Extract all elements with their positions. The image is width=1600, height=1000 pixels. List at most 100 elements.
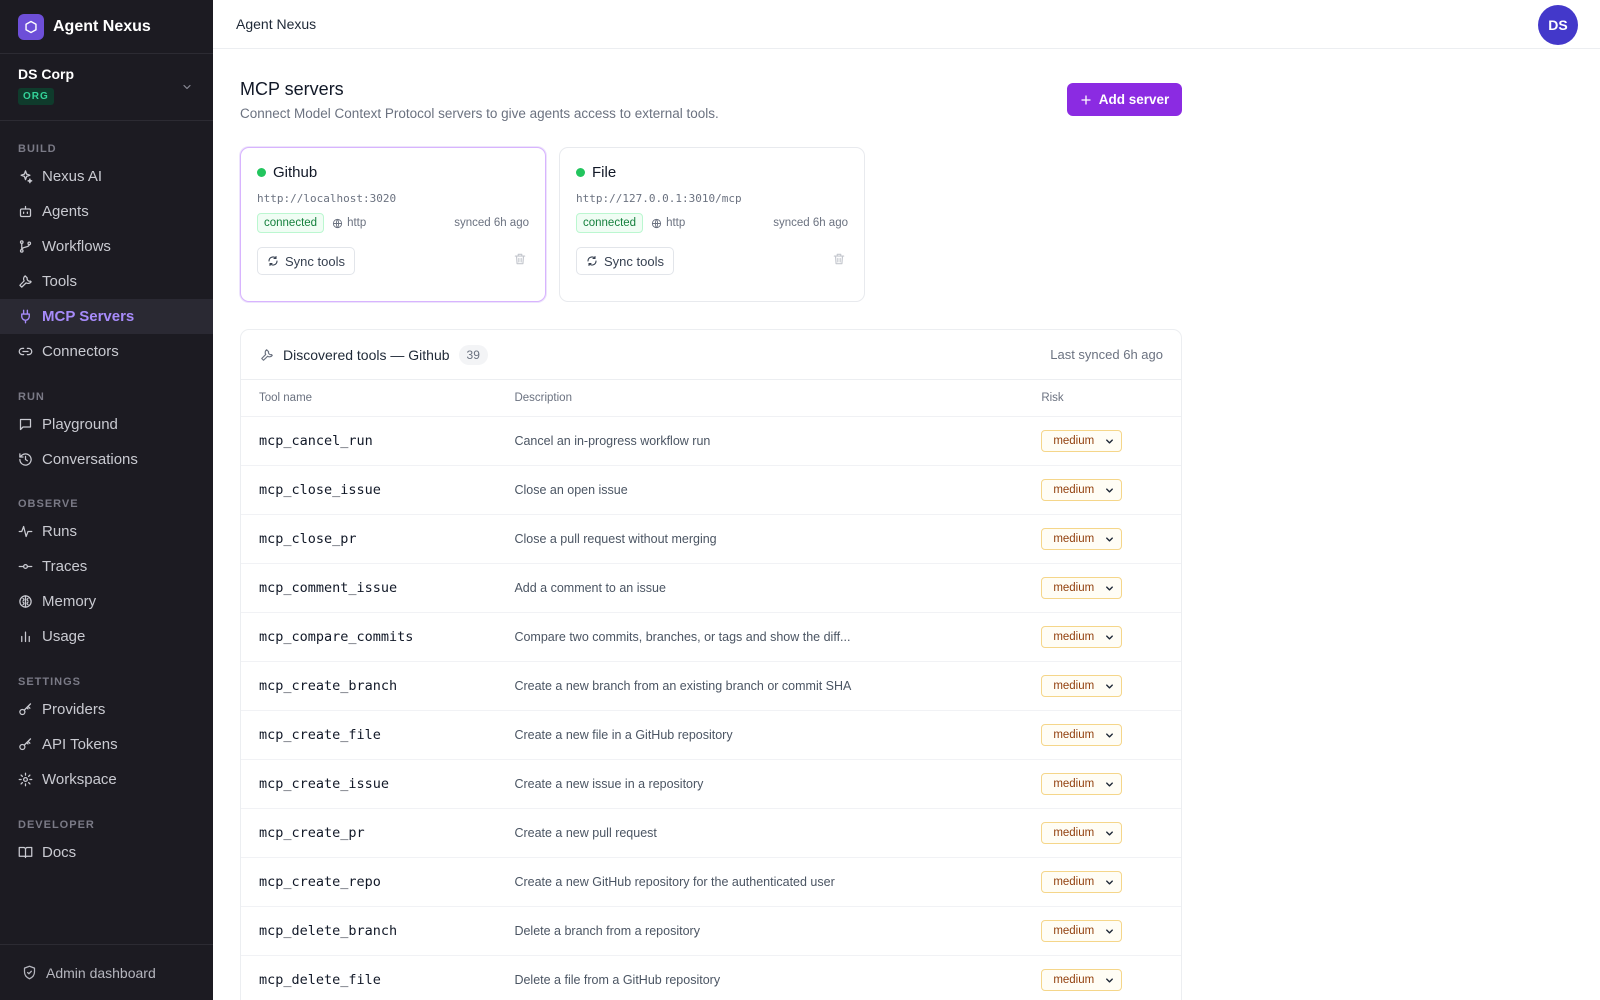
table-row[interactable]: mcp_create_file Create a new file in a Gi… bbox=[241, 711, 1181, 760]
tool-description: Close an open issue bbox=[514, 483, 628, 497]
sidebar-item-conversations[interactable]: Conversations bbox=[0, 442, 213, 477]
tools-panel-header: Discovered tools — Github 39 Last synced… bbox=[241, 330, 1181, 380]
sidebar-item-connectors[interactable]: Connectors bbox=[0, 334, 213, 369]
table-row[interactable]: mcp_delete_branch Delete a branch from a … bbox=[241, 907, 1181, 956]
risk-select[interactable]: medium bbox=[1041, 577, 1123, 599]
sidebar-item-nexus-ai[interactable]: Nexus AI bbox=[0, 159, 213, 194]
sidebar: Agent Nexus DS Corp ORG BUILD Nexus AI A… bbox=[0, 0, 213, 1000]
plug-icon bbox=[21, 309, 30, 324]
sync-tools-button[interactable]: Sync tools bbox=[257, 247, 355, 275]
brain-icon bbox=[19, 595, 32, 608]
admin-dashboard-link[interactable]: Admin dashboard bbox=[0, 944, 213, 1000]
tool-description: Compare two commits, branches, or tags a… bbox=[514, 630, 851, 644]
sidebar-item-providers[interactable]: Providers bbox=[0, 692, 213, 727]
sidebar-item-agents[interactable]: Agents bbox=[0, 194, 213, 229]
sidebar-item-workflows[interactable]: Workflows bbox=[0, 229, 213, 264]
table-row[interactable]: mcp_create_pr Create a new pull request me… bbox=[241, 809, 1181, 858]
commit-icon bbox=[18, 564, 33, 569]
server-url: http://127.0.0.1:3010/mcp bbox=[576, 192, 742, 205]
risk-select[interactable]: medium bbox=[1041, 773, 1123, 795]
trash-icon[interactable] bbox=[513, 252, 527, 271]
risk-select[interactable]: medium bbox=[1041, 675, 1123, 697]
protocol-text: http bbox=[666, 217, 686, 229]
sync-tools-label: Sync tools bbox=[285, 253, 345, 269]
risk-select[interactable]: medium bbox=[1041, 528, 1123, 550]
activity-icon bbox=[18, 525, 33, 538]
column-header-risk: Risk bbox=[1041, 392, 1064, 404]
risk-select[interactable]: medium bbox=[1041, 920, 1123, 942]
chat-icon bbox=[19, 418, 32, 431]
sidebar-item-tools[interactable]: Tools bbox=[0, 264, 213, 299]
sidebar-item-runs[interactable]: Runs bbox=[0, 514, 213, 549]
chevron-down-icon bbox=[1106, 586, 1114, 591]
trash-icon[interactable] bbox=[832, 252, 846, 271]
risk-select[interactable]: medium bbox=[1041, 626, 1123, 648]
sidebar-item-traces[interactable]: Traces bbox=[0, 549, 213, 584]
last-synced: Last synced 6h ago bbox=[1050, 347, 1163, 362]
page-subtitle: Connect Model Context Protocol servers t… bbox=[240, 106, 719, 121]
chevron-down-icon bbox=[1106, 929, 1114, 934]
page-title: MCP servers bbox=[240, 79, 344, 99]
brand[interactable]: Agent Nexus bbox=[0, 0, 213, 54]
table-row[interactable]: mcp_delete_file Delete a file from a GitH… bbox=[241, 956, 1181, 1000]
sidebar-item-label: Connectors bbox=[42, 343, 119, 360]
risk-select[interactable]: medium bbox=[1041, 871, 1123, 893]
table-row[interactable]: mcp_create_repo Create a new GitHub repos… bbox=[241, 858, 1181, 907]
org-name: DS Corp bbox=[18, 66, 74, 82]
discovered-tools-panel: Discovered tools — Github 39 Last synced… bbox=[240, 329, 1182, 1000]
table-row[interactable]: mcp_close_pr Close a pull request without… bbox=[241, 515, 1181, 564]
refresh-icon bbox=[587, 255, 597, 267]
tool-name: mcp_create_repo bbox=[259, 874, 381, 890]
key-icon bbox=[19, 703, 32, 716]
table-header: Tool name Description Risk bbox=[241, 380, 1181, 417]
sidebar-item-playground[interactable]: Playground bbox=[0, 407, 213, 442]
add-server-button[interactable]: Add server bbox=[1067, 83, 1182, 116]
sidebar-item-docs[interactable]: Docs bbox=[0, 835, 213, 870]
tool-name: mcp_comment_issue bbox=[259, 580, 398, 596]
header-title: Agent Nexus bbox=[236, 16, 317, 32]
risk-value: medium bbox=[1053, 533, 1095, 545]
sidebar-item-usage[interactable]: Usage bbox=[0, 619, 213, 654]
risk-select[interactable]: medium bbox=[1041, 724, 1123, 746]
risk-select[interactable]: medium bbox=[1041, 479, 1123, 501]
table-row[interactable]: mcp_comment_issue Add a comment to an iss… bbox=[241, 564, 1181, 613]
server-card-file[interactable]: File http://127.0.0.1:3010/mcp connected… bbox=[559, 147, 865, 302]
avatar[interactable]: DS bbox=[1538, 5, 1578, 45]
risk-value: medium bbox=[1053, 484, 1095, 496]
protocol-label: http bbox=[651, 217, 685, 229]
table-row[interactable]: mcp_close_issue Close an open issue medium bbox=[241, 466, 1181, 515]
risk-value: medium bbox=[1053, 582, 1095, 594]
server-name: Github bbox=[273, 164, 318, 181]
table-row[interactable]: mcp_compare_commits Compare two commits, … bbox=[241, 613, 1181, 662]
gear-icon bbox=[18, 772, 33, 787]
table-row[interactable]: mcp_cancel_run Cancel an in-progress work… bbox=[241, 417, 1181, 466]
risk-select[interactable]: medium bbox=[1041, 430, 1123, 452]
tool-description: Add a comment to an issue bbox=[514, 581, 666, 595]
server-card-github[interactable]: Github http://localhost:3020 connected h… bbox=[240, 147, 546, 302]
book-icon bbox=[18, 846, 33, 859]
hexagon-logo-icon bbox=[18, 13, 44, 40]
key-icon bbox=[19, 738, 32, 751]
risk-select[interactable]: medium bbox=[1041, 969, 1123, 991]
tool-name: mcp_delete_file bbox=[259, 972, 381, 988]
risk-select[interactable]: medium bbox=[1041, 822, 1123, 844]
sidebar-item-memory[interactable]: Memory bbox=[0, 584, 213, 619]
status-dot bbox=[576, 168, 585, 177]
section-label-observe: OBSERVE bbox=[18, 498, 79, 510]
table-row[interactable]: mcp_create_branch Create a new branch fro… bbox=[241, 662, 1181, 711]
protocol-text: http bbox=[347, 217, 367, 229]
risk-value: medium bbox=[1053, 925, 1095, 937]
tools-panel-title: Discovered tools — Github bbox=[283, 346, 450, 363]
table-row[interactable]: mcp_create_issue Create a new issue in a … bbox=[241, 760, 1181, 809]
risk-value: medium bbox=[1053, 974, 1095, 986]
shield-icon bbox=[23, 965, 36, 980]
sidebar-item-workspace[interactable]: Workspace bbox=[0, 762, 213, 797]
org-switcher[interactable]: DS Corp ORG bbox=[0, 54, 213, 121]
add-server-label: Add server bbox=[1098, 92, 1170, 107]
sync-tools-button[interactable]: Sync tools bbox=[576, 247, 674, 275]
sidebar-item-mcp-servers[interactable]: MCP Servers bbox=[0, 299, 213, 334]
sidebar-item-api-tokens[interactable]: API Tokens bbox=[0, 727, 213, 762]
risk-value: medium bbox=[1053, 435, 1095, 447]
sidebar-item-label: Agents bbox=[42, 203, 89, 220]
tool-name: mcp_close_issue bbox=[259, 482, 381, 498]
